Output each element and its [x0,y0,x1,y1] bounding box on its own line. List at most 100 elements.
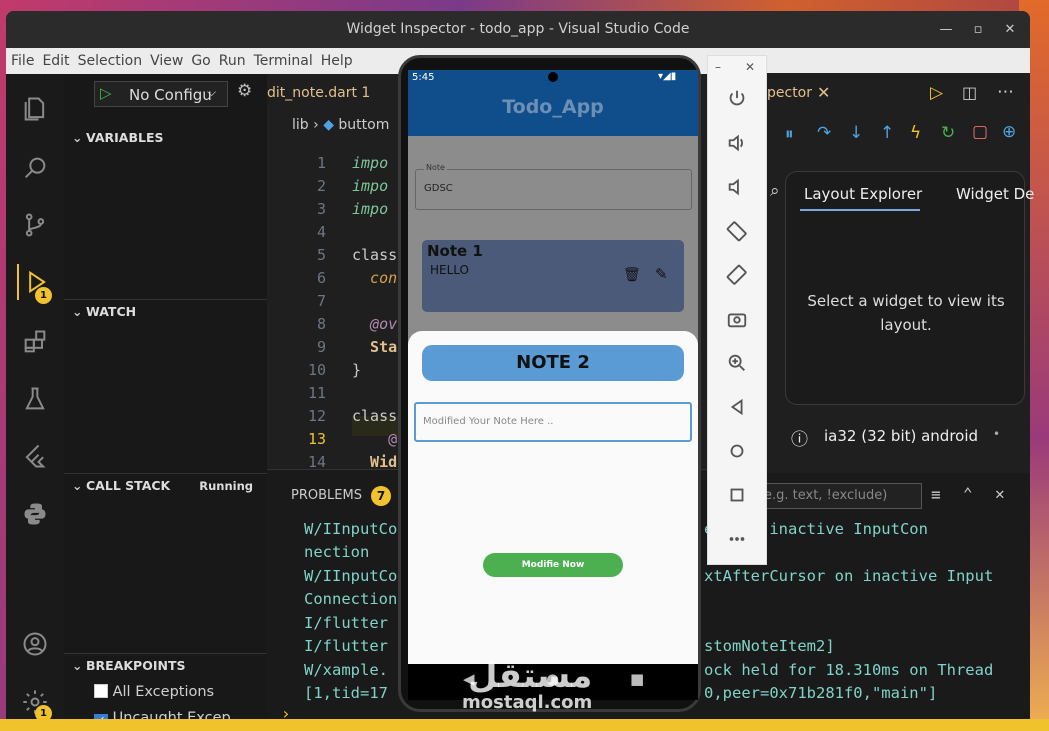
breakpoints-header[interactable]: ⌄ BREAKPOINTS [64,654,267,678]
code-line: @ov [352,315,398,333]
modify-note-input[interactable]: Modified Your Note Here .. [414,402,692,442]
extensions-icon[interactable] [17,324,53,360]
note-input[interactable]: Note GDSC [415,163,692,210]
flutter-icon[interactable] [17,438,53,474]
breakpoint-checkbox[interactable] [94,684,108,698]
output-filter-input[interactable]: e.g. text, !exclude) [759,483,922,509]
call-stack-header[interactable]: ⌄ CALL STACK Running [64,474,267,498]
explorer-icon[interactable] [17,91,53,127]
zoom-icon[interactable] [724,350,750,376]
menu-help[interactable]: Help [316,48,356,74]
more-actions-icon[interactable]: ⋯ [997,82,1014,102]
variables-title: VARIABLES [86,130,164,145]
line-number: 11 [307,384,326,402]
emulator-close-icon[interactable]: ✕ [745,60,755,74]
emulator-minimize-icon[interactable]: – [715,60,721,74]
camera-icon[interactable] [724,306,750,332]
tab-layout-explorer[interactable]: Layout Explorer [804,185,922,203]
restart-icon[interactable]: ↻ [941,123,955,143]
list-filter-icon[interactable]: ≡ [931,485,941,504]
device-name: ia32 (32 bit) android [824,427,979,445]
stop-icon[interactable]: ▢ [972,122,988,142]
maximize-panel-icon[interactable]: ⌃ [963,484,973,503]
emulator-toolbar: – ✕ [707,55,767,565]
activity-bar: 1 1 [6,74,64,731]
home-icon[interactable] [724,438,750,464]
output-line: W/IInputCo [304,520,398,538]
call-stack-section: ⌄ CALL STACK Running [64,473,267,498]
output-line: [1,tid=17 [304,684,388,702]
line-number: 6 [316,269,326,287]
code-line: impo [352,154,389,172]
line-number: 2 [316,177,326,195]
watermark-arabic: مستقل [468,656,593,696]
breakpoint-label: All Exceptions [112,684,215,700]
code-line: Wid [352,453,398,471]
pause-icon[interactable]: ⏸ [785,124,794,144]
split-editor-icon[interactable]: ◫ [962,83,977,102]
menu-view[interactable]: View [145,48,186,74]
breadcrumb-lib[interactable]: lib [292,117,309,133]
rotate-left-icon[interactable] [724,218,750,244]
code-line: impo [352,200,389,218]
power-icon[interactable] [724,86,750,112]
overview-icon[interactable] [724,482,750,508]
back-icon[interactable] [724,394,750,420]
search-icon[interactable] [17,150,53,186]
run-icon[interactable]: ▷ [930,83,943,103]
menu-file[interactable]: File [6,48,37,74]
source-control-icon[interactable] [17,207,53,243]
problems-tab[interactable]: PROBLEMS [291,488,362,503]
line-number: 7 [316,292,326,310]
watch-header[interactable]: ⌄ WATCH [64,300,267,324]
status-icons: ▾◢▮ [658,71,677,82]
nav-recents-icon[interactable]: ■ [630,670,644,688]
delete-icon[interactable]: 🗑 [623,267,641,283]
output-line: ock held for 18.310ms on Thread [704,661,994,679]
menu-go[interactable]: Go [186,48,213,74]
menu-run[interactable]: Run [214,48,249,74]
close-window-icon[interactable]: ✕ [995,11,1025,48]
edit-icon[interactable]: ✎ [655,265,668,283]
account-icon[interactable] [17,626,53,662]
step-out-icon[interactable]: ↑ [880,123,894,143]
rotate-right-icon[interactable] [724,262,750,288]
testing-icon[interactable] [17,381,53,417]
python-icon[interactable] [17,496,53,532]
inspect-widget-icon[interactable]: ⊕ [1002,122,1016,142]
breadcrumb-file[interactable]: buttom [338,117,389,133]
minimize-icon[interactable]: — [931,11,961,48]
app-title: Todo_App [502,96,604,118]
note-card[interactable]: Note 1 HELLO 🗑 ✎ [422,240,684,312]
select-widget-message: Select a widget to view its layout. [807,292,1005,334]
code-line: Sta [352,338,398,356]
step-into-icon[interactable]: ↓ [849,123,863,143]
maximize-icon[interactable]: ▫ [963,11,993,48]
tab-widget-details[interactable]: Widget De [956,185,1034,203]
menu-selection[interactable]: Selection [73,48,146,74]
search-widget-icon[interactable]: ⌕ [770,181,780,201]
run-config-select[interactable]: ▷ No Configu ⌵ [94,81,228,107]
devtools-tab[interactable]: pector [767,85,812,101]
more-icon[interactable] [724,526,750,552]
debug-settings-gear-icon[interactable]: ⚙ [237,81,252,101]
editor-tab[interactable]: dit_note.dart 1 [267,85,370,101]
app-bar: 5:45 ▾◢▮ Todo_App [408,70,698,136]
volume-down-icon[interactable] [724,174,750,200]
line-number: 5 [316,246,326,264]
device-dot: • [993,427,1001,441]
menu-terminal[interactable]: Terminal [249,48,316,74]
close-panel-icon[interactable]: ✕ [995,484,1005,503]
close-tab-icon[interactable]: ✕ [817,83,830,102]
breakpoint-all-exceptions[interactable]: All Exceptions [94,684,214,700]
menu-edit[interactable]: Edit [37,48,72,74]
volume-up-icon[interactable] [724,130,750,156]
line-number: 3 [316,200,326,218]
code-line: con [352,269,398,287]
step-over-icon[interactable]: ↷ [817,123,831,143]
hot-reload-icon[interactable]: ϟ [910,123,921,143]
start-debug-icon[interactable]: ▷ [100,84,112,102]
modify-now-button[interactable]: Modifie Now [483,553,623,577]
line-number: 4 [316,223,326,241]
variables-header[interactable]: ⌄ VARIABLES [64,126,267,150]
